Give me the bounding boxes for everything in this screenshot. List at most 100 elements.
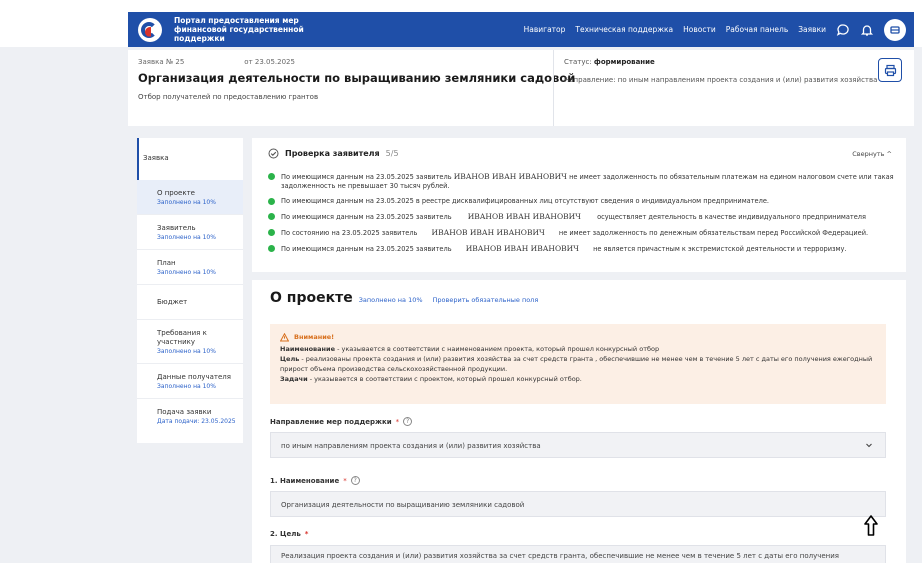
required-marker: * [343,476,347,485]
sidebar-item-progress: Заполнено на 10% [157,269,216,276]
textarea-value: Реализация проекта создания и (или) разв… [281,552,840,560]
chevron-up-icon: ^ [886,150,892,158]
profile-icon[interactable] [884,18,906,41]
sidebar-item-progress: Заполнено на 10% [157,383,216,390]
sidebar-item-progress: Заполнено на 10% [157,348,216,355]
support-direction-select[interactable]: по иным направлениям проекта создания и … [270,432,886,458]
check-item: По имеющимся данным на 23.05.2025 заявит… [268,172,898,191]
section-title: О проекте [270,290,353,306]
page-subtitle: Отбор получателей по предоставлению гран… [138,93,319,101]
bell-icon[interactable] [860,23,874,37]
goal-label: 2. Цель * [270,530,308,538]
check-text: не имеет задолженность по денежным обяза… [558,229,869,237]
success-dot-icon [268,245,275,252]
help-icon[interactable]: ? [403,417,413,426]
sidebar-item-label: Требования к участнику [157,329,207,346]
check-count: 5/5 [385,149,399,158]
warning-text: - реализованы проекта создания и (или) р… [280,355,873,373]
collapse-button[interactable]: Свернуть ^ [852,150,892,158]
warning-term: Наименование [280,345,336,353]
nav-link-navigator[interactable]: Навигатор [524,25,566,34]
sidebar-item-about[interactable]: О проекте Заполнено на 10% [137,180,243,215]
required-marker: * [395,417,400,426]
check-text: По имеющимся данным на 23.05.2025 заявит… [281,245,452,253]
sidebar-item-progress: Заполнено на 10% [157,234,216,241]
nav-link-support[interactable]: Техническая поддержка [575,25,673,34]
sidebar-item-label: Бюджет [157,298,188,306]
sidebar: Заявка О проекте Заполнено на 10% Заявит… [137,138,243,443]
print-button[interactable] [878,58,902,82]
check-item: По имеющимся данным на 23.05.2025 заявит… [268,212,898,222]
about-project-card: О проекте Заполнено на 10% Проверить обя… [252,280,906,563]
chat-icon[interactable] [836,23,850,37]
sidebar-item-recipient[interactable]: Данные получателя Заполнено на 10% [137,364,243,399]
check-text: не является причастным к экстремистской … [593,245,847,253]
sidebar-item-label: Данные получателя [157,373,231,381]
header-divider [553,50,554,126]
required-marker: * [304,530,309,538]
nav-link-news[interactable]: Новости [683,25,716,34]
check-text: По имеющимся данным на 23.05.2025 заявит… [281,213,452,221]
success-dot-icon [268,229,275,236]
warning-text: - указывается в соответствии с проектом,… [307,375,582,383]
verify-required-link[interactable]: Проверить обязательные поля [433,296,539,304]
status-badge: формирование [593,58,655,66]
check-text: осуществляет деятельность в качестве инд… [597,213,866,221]
success-dot-icon [268,198,275,205]
warning-term: Задачи [280,375,308,383]
success-dot-icon [268,173,275,180]
check-circle-icon [268,148,279,159]
name-label: 1. Наименование *? [270,476,360,485]
sidebar-item-plan[interactable]: План Заполнено на 10% [137,250,243,285]
page-title: Организация деятельности по выращиванию … [138,71,576,85]
warning-box: Внимание! Наименование - указывается в с… [270,324,886,404]
print-icon [884,64,896,76]
collapse-label: Свернуть [852,150,885,158]
sidebar-item-submit[interactable]: Подача заявки Дата подачи: 23.05.2025 [137,399,243,433]
field-label: 2. Цель [270,530,301,538]
applicant-name: ИВАНОВ ИВАН ИВАНОВИЧ [453,172,567,181]
select-value: по иным направлениям проекта создания и … [281,442,541,450]
sidebar-item-budget[interactable]: Бюджет [137,285,243,320]
sidebar-item-progress: Заполнено на 10% [157,199,216,206]
top-bar: Портал предоставления мер финансовой гос… [0,0,922,47]
sidebar-item-progress: Дата подачи: 23.05.2025 [157,418,236,425]
sidebar-item-applicant[interactable]: Заявитель Заполнено на 10% [137,215,243,250]
field-label: 1. Наименование [270,476,340,485]
section-progress: Заполнено на 10% [358,296,423,304]
nav-link-dashboard[interactable]: Рабочая панель [726,25,789,34]
applicant-name: ИВАНОВ ИВАН ИВАНОВИЧ [465,244,579,253]
direction-text: Направление: по иным направлениям проект… [564,76,878,84]
portal-logo-icon[interactable] [138,17,162,42]
sidebar-item-label: О проекте [157,189,195,197]
application-date: от 23.05.2025 [244,58,295,66]
success-dot-icon [268,213,275,220]
application-number: Заявка № 25 [138,58,185,66]
navigation-bar: Портал предоставления мер финансовой гос… [128,12,914,47]
warning-term: Цель [280,355,300,363]
sidebar-head[interactable]: Заявка [137,138,243,180]
application-header: Заявка № 25 от 23.05.2025 Организация дея… [128,50,914,126]
project-name-input[interactable]: Организация деятельности по выращиванию … [270,491,886,517]
check-item: По имеющимся данным на 23.05.2025 в реес… [268,197,898,206]
check-text: По имеющимся данным на 23.05.2025 заявит… [281,173,452,181]
warning-icon [280,332,289,341]
help-icon[interactable]: ? [350,476,360,485]
check-text: По состоянию на 23.05.2025 заявитель [281,229,418,237]
warning-text: - указывается в соответствии с наименова… [335,345,660,353]
chevron-down-icon [866,443,872,448]
sidebar-item-label: План [157,259,176,267]
warning-title: Внимание! [294,333,335,341]
support-direction-label: Направление мер поддержки *? [270,417,413,426]
nav-link-applications[interactable]: Заявки [798,25,826,34]
project-goal-textarea[interactable]: Реализация проекта создания и (или) разв… [270,545,886,563]
sidebar-item-requirements[interactable]: Требования к участнику Заполнено на 10% [137,320,243,364]
field-label: Направление мер поддержки [270,417,392,426]
sidebar-item-label: Заявитель [157,224,196,232]
applicant-name: ИВАНОВ ИВАН ИВАНОВИЧ [467,212,581,221]
check-text: По имеющимся данным на 23.05.2025 в реес… [281,197,769,205]
sidebar-item-label: Подача заявки [157,408,212,416]
check-title: Проверка заявителя [285,149,380,158]
applicant-check-card: Проверка заявителя 5/5 Свернуть ^ По име… [252,138,906,272]
portal-name[interactable]: Портал предоставления мер финансовой гос… [174,16,354,43]
